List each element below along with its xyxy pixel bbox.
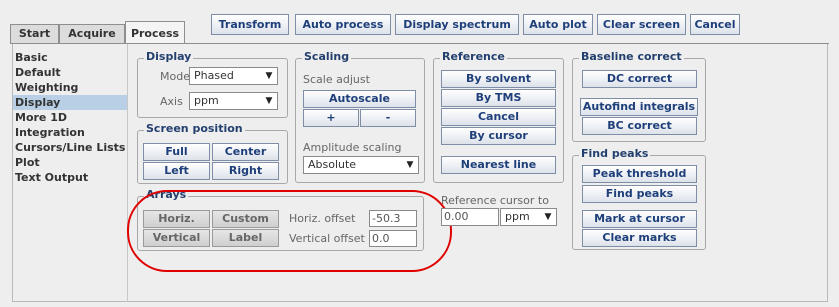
highlight-oval [127, 190, 452, 272]
sidebar-item-integration[interactable]: Integration [13, 125, 128, 140]
sidebar-item-basic[interactable]: Basic [13, 50, 128, 65]
scale-adjust-label: Scale adjust [303, 73, 370, 86]
reference-cancel-button[interactable]: Cancel [441, 108, 556, 126]
reference-unit-value: ppm [505, 210, 530, 223]
tab-process[interactable]: Process [125, 21, 185, 44]
sidebar-item-plot[interactable]: Plot [13, 155, 128, 170]
bc-correct-button[interactable]: BC correct [582, 117, 697, 135]
tab-start[interactable]: Start [10, 24, 59, 43]
reference-unit-select[interactable]: ppm ▼ [500, 208, 557, 226]
sidebar-item-cursors-line-lists[interactable]: Cursors/Line Lists [13, 140, 128, 155]
amplitude-scaling-label: Amplitude scaling [303, 141, 402, 154]
auto-plot-button[interactable]: Auto plot [523, 14, 593, 35]
right-button[interactable]: Right [212, 162, 279, 180]
chevron-down-icon: ▼ [544, 212, 552, 222]
display-group-title: Display [144, 50, 194, 64]
amplitude-scaling-value: Absolute [308, 158, 357, 171]
clear-marks-button[interactable]: Clear marks [582, 229, 697, 247]
center-button[interactable]: Center [212, 143, 279, 161]
screen-position-group-title: Screen position [144, 122, 245, 136]
baseline-correct-group-title: Baseline correct [579, 50, 684, 64]
chevron-down-icon: ▼ [406, 160, 414, 170]
find-peaks-button[interactable]: Find peaks [582, 185, 697, 203]
full-button[interactable]: Full [143, 143, 210, 161]
transform-button[interactable]: Transform [211, 14, 289, 35]
sidebar-divider [127, 44, 128, 302]
mode-select[interactable]: Phased ▼ [189, 67, 278, 85]
sidebar-item-weighting[interactable]: Weighting [13, 80, 128, 95]
mode-select-value: Phased [194, 69, 234, 82]
sidebar: Basic Default Weighting Display More 1D … [13, 50, 128, 185]
reference-cursor-label: Reference cursor to [441, 194, 549, 207]
by-cursor-button[interactable]: By cursor [441, 127, 556, 145]
mode-label: Mode [160, 70, 190, 83]
sidebar-item-display[interactable]: Display [13, 95, 128, 110]
clear-screen-button[interactable]: Clear screen [597, 14, 686, 35]
display-spectrum-button[interactable]: Display spectrum [395, 14, 519, 35]
reference-group-title: Reference [440, 50, 507, 64]
scale-down-button[interactable]: - [360, 109, 416, 127]
reference-cursor-input[interactable]: 0.00 [441, 208, 499, 226]
axis-select[interactable]: ppm ▼ [189, 92, 278, 110]
nearest-line-button[interactable]: Nearest line [441, 156, 556, 174]
chevron-down-icon: ▼ [265, 96, 273, 106]
peak-threshold-button[interactable]: Peak threshold [582, 165, 697, 183]
scaling-group-title: Scaling [302, 50, 352, 64]
scale-up-button[interactable]: + [303, 109, 359, 127]
sidebar-item-default[interactable]: Default [13, 65, 128, 80]
chevron-down-icon: ▼ [265, 71, 273, 81]
auto-process-button[interactable]: Auto process [295, 14, 391, 35]
autofind-integrals-button[interactable]: Autofind integrals [580, 98, 698, 116]
cancel-button[interactable]: Cancel [690, 14, 740, 35]
amplitude-scaling-select[interactable]: Absolute ▼ [303, 156, 419, 174]
tab-acquire[interactable]: Acquire [59, 24, 125, 43]
sidebar-item-more-1d[interactable]: More 1D [13, 110, 128, 125]
mark-at-cursor-button[interactable]: Mark at cursor [582, 210, 697, 228]
by-tms-button[interactable]: By TMS [441, 89, 556, 107]
sidebar-item-text-output[interactable]: Text Output [13, 170, 128, 185]
find-peaks-group-title: Find peaks [579, 147, 651, 161]
autoscale-button[interactable]: Autoscale [303, 90, 416, 108]
axis-select-value: ppm [194, 94, 219, 107]
left-button[interactable]: Left [143, 162, 210, 180]
dc-correct-button[interactable]: DC correct [582, 70, 697, 88]
axis-label: Axis [160, 95, 183, 108]
by-solvent-button[interactable]: By solvent [441, 70, 556, 88]
